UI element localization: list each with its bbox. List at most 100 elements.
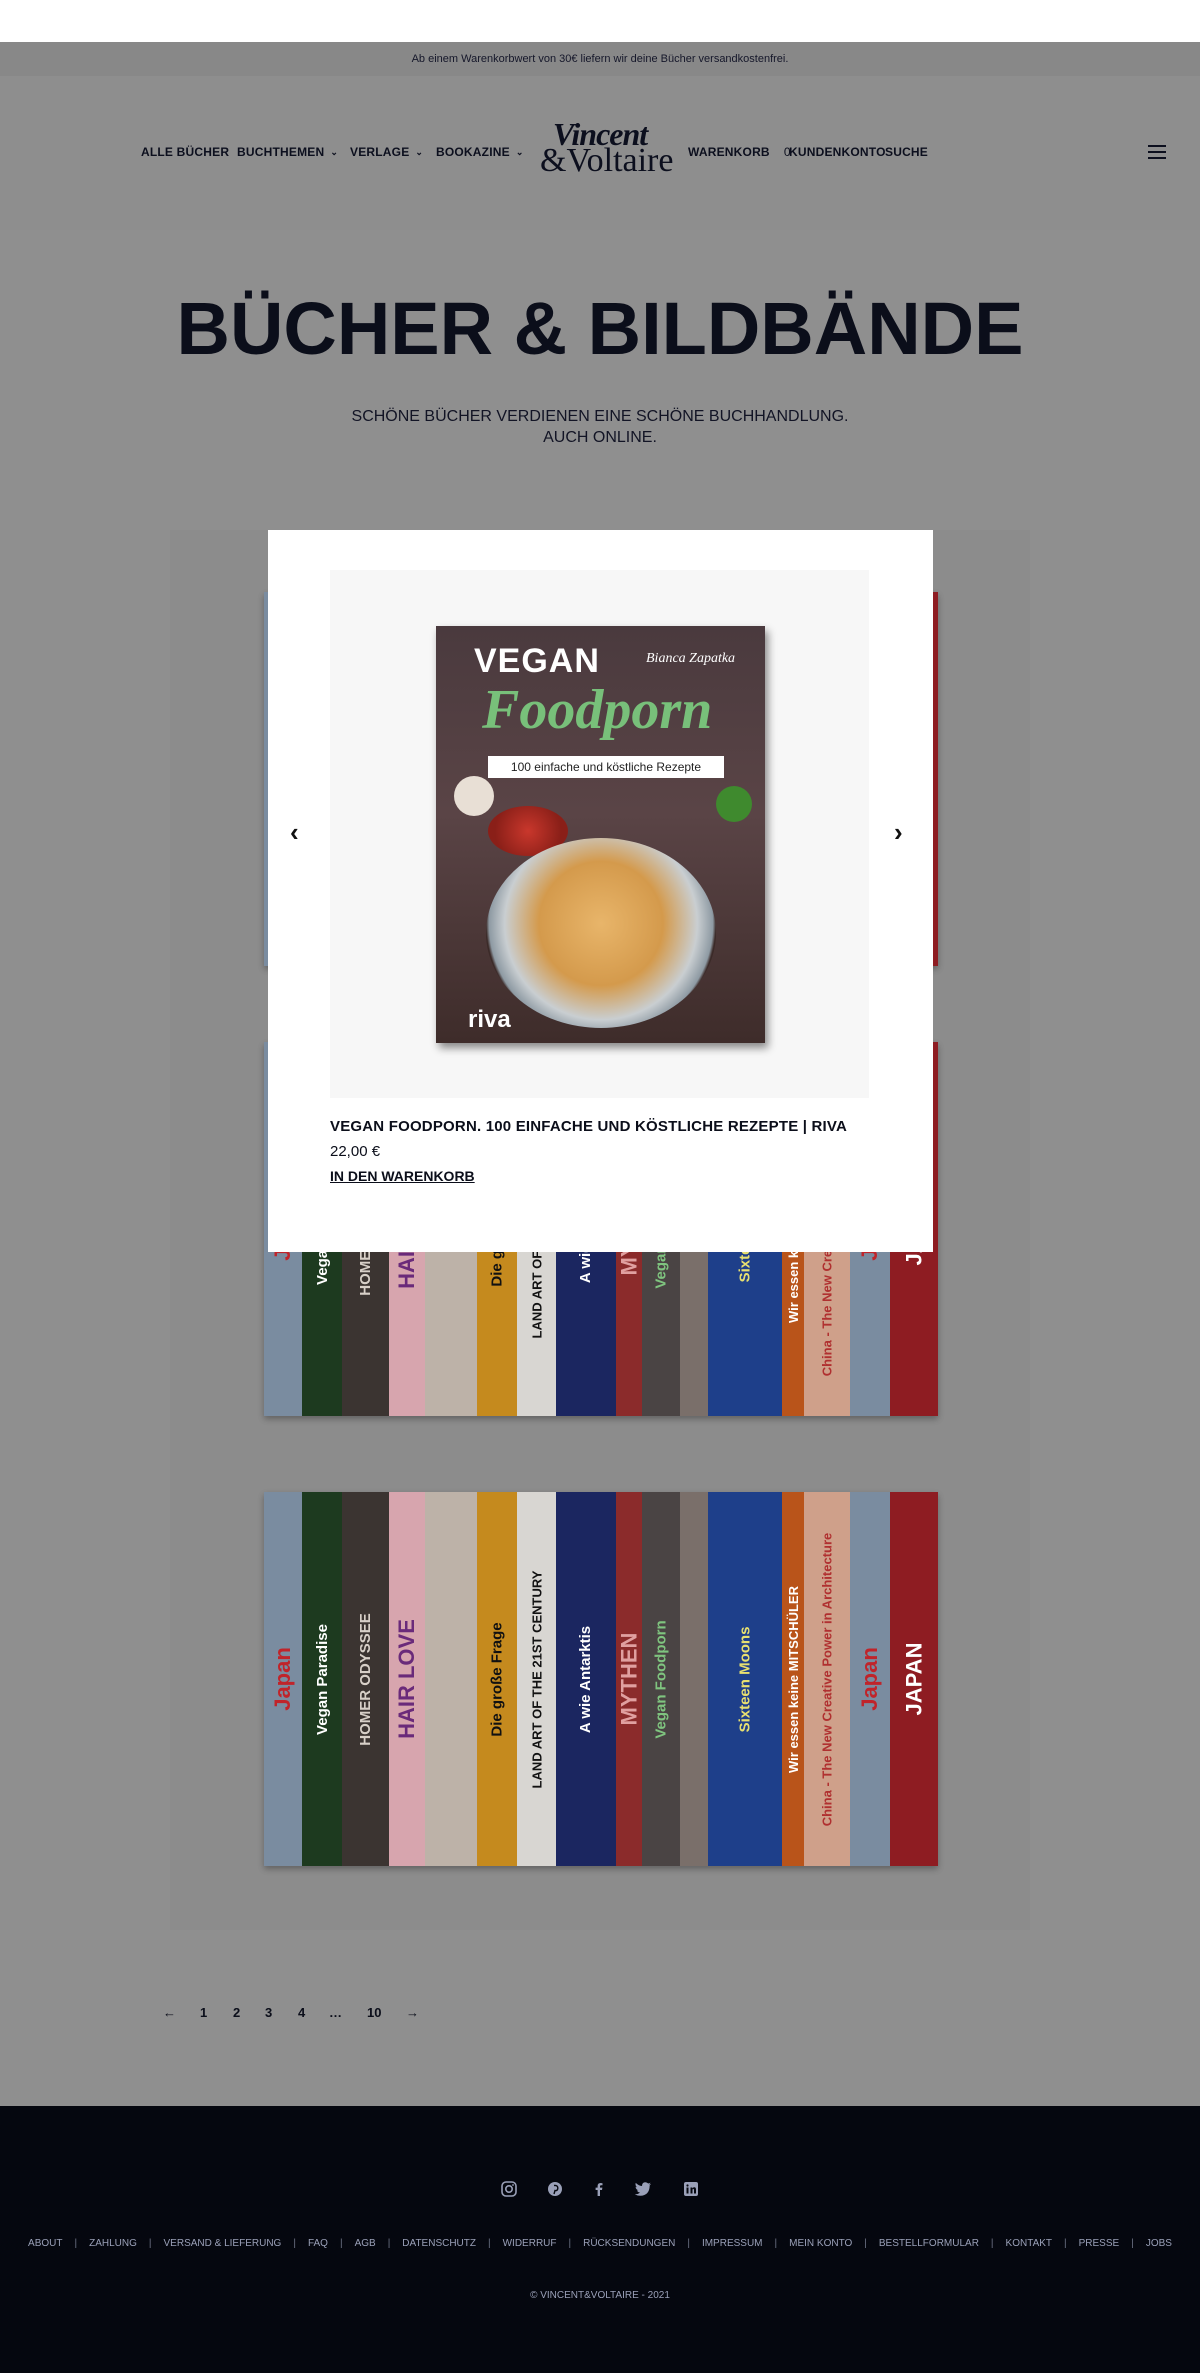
footer-link-jobs[interactable]: JOBS [1146,2238,1172,2249]
product-image-area: VEGAN Bianca Zapatka Foodporn 100 einfac… [330,570,869,1098]
prev-arrow-icon[interactable]: ‹ [290,819,299,845]
footer-separator: | [774,2238,778,2249]
footer-link-mein-konto[interactable]: MEIN KONTO [789,2238,852,2249]
footer-link-impressum[interactable]: IMPRESSUM [702,2238,763,2249]
cover-title-vegan: VEGAN [474,642,600,680]
shipping-notice: Ab einem Warenkorbwert von 30€ liefern w… [0,42,1200,76]
book-spine-label: LAND ART OF THE 21ST CENTURY [529,1570,545,1788]
nav-alle-buecher[interactable]: ALLE BÜCHER [141,145,229,159]
pinterest-icon[interactable] [546,2180,564,2198]
product-title: VEGAN FOODPORN. 100 EINFACHE UND KÖSTLIC… [330,1118,848,1135]
book-spine-label: China - The New Creative Power in Archit… [819,1532,835,1826]
book-spine-label: Japan [857,1647,882,1711]
nav-suche[interactable]: SUCHE [885,145,928,159]
nav-verlage[interactable]: VERLAGE ⌄ [350,145,423,159]
book-spine[interactable]: Japan [850,1492,890,1866]
book-spine[interactable] [425,1492,477,1866]
book-spine[interactable]: Vegan Foodporn [642,1492,680,1866]
nav-kundenkonto-label: KUNDENKONTO [789,145,886,159]
nav-alle-buecher-label: ALLE BÜCHER [141,145,230,159]
book-spine[interactable]: HOMER ODYSSEE [342,1492,389,1866]
book-spine[interactable]: JAPAN [890,1492,938,1866]
chevron-down-icon: ⌄ [415,146,424,157]
nav-buchthemen[interactable]: BUCHTHEMEN ⌄ [237,145,338,159]
nav-kundenkonto[interactable]: KUNDENKONTO [789,145,886,159]
footer-link-datenschutz[interactable]: DATENSCHUTZ [402,2238,476,2249]
menu-icon[interactable] [1148,145,1166,159]
linkedin-icon[interactable] [682,2180,700,2198]
site-logo[interactable]: Vincent &Voltaire [540,118,673,178]
book-spine-label: Vegan Foodporn [652,1619,670,1739]
product-quickview-modal: VEGAN Bianca Zapatka Foodporn 100 einfac… [268,530,933,1252]
footer-separator: | [74,2238,78,2249]
footer-separator: | [148,2238,152,2249]
pagination-page-1[interactable]: 1 [200,2005,207,2020]
cover-author: Bianca Zapatka [646,651,736,666]
book-spine-label: Sixteen Moons [736,1626,754,1732]
book-spine-label: HAIR LOVE [394,1619,420,1739]
footer-separator: | [568,2238,572,2249]
pagination-page-4[interactable]: 4 [298,2005,305,2020]
pagination-page-10[interactable]: 10 [367,2005,381,2020]
top-whitespace [0,0,1200,42]
nav-warenkorb[interactable]: WARENKORB 0 [688,145,791,159]
book-spine-label: Vegan Paradise [313,1623,331,1735]
footer-link-widerruf[interactable]: WIDERRUF [503,2238,557,2249]
book-spine[interactable]: Wir essen keine MITSCHÜLER [782,1492,804,1866]
facebook-icon[interactable] [590,2180,608,2198]
book-spine[interactable]: LAND ART OF THE 21ST CENTURY [517,1492,556,1866]
book-spine[interactable]: A wie Antarktis [556,1492,616,1866]
footer-link-versand[interactable]: VERSAND & LIEFERUNG [164,2238,282,2249]
footer-separator: | [339,2238,343,2249]
footer-link-agb[interactable]: AGB [355,2238,376,2249]
book-spine-label: A wie Antarktis [577,1625,595,1733]
footer-link-kontakt[interactable]: KONTAKT [1006,2238,1052,2249]
cover-plate [486,838,716,1028]
footer-separator: | [387,2238,391,2249]
bookshelf-row-3[interactable]: Japan Vegan Paradise HOMER ODYSSEE HAIR LOV… [264,1492,938,1866]
footer-link-zahlung[interactable]: ZAHLUNG [89,2238,137,2249]
page-title: BÜCHER & BILDBÄNDE [176,287,1024,370]
pagination-page-3[interactable]: 3 [265,2005,272,2020]
book-spine-label: Japan [270,1647,295,1711]
page-subtitle-line-2: AUCH ONLINE. [543,429,657,446]
instagram-icon[interactable] [500,2180,518,2198]
add-to-cart-link[interactable]: IN DEN WARENKORB [330,1168,475,1184]
nav-verlage-label: VERLAGE [350,145,410,159]
footer-link-ruecksendungen[interactable]: RÜCKSENDUNGEN [583,2238,675,2249]
pagination-next[interactable]: → [406,2005,419,2020]
pagination-page-2[interactable]: 2 [233,2005,240,2020]
nav-bookazine[interactable]: BOOKAZINE ⌄ [436,145,524,159]
page-subtitle: SCHÖNE BÜCHER VERDIENEN EINE SCHÖNE BUCH… [0,406,1200,448]
book-spine[interactable]: Sixteen Moons [708,1492,782,1866]
twitter-icon[interactable] [634,2180,652,2198]
chevron-down-icon: ⌄ [515,146,524,157]
nav-bookazine-label: BOOKAZINE [436,145,510,159]
footer-separator: | [293,2238,296,2249]
book-spine[interactable]: HAIR LOVE [389,1492,425,1866]
book-spine-label: JAPAN [901,1642,927,1716]
book-spine[interactable]: Die große Frage [477,1492,517,1866]
footer-separator: | [990,2238,994,2249]
book-spine[interactable]: MYTHEN [616,1492,642,1866]
footer-separator: | [488,2238,491,2249]
pagination-ellipsis: … [329,2005,342,2020]
footer-link-presse[interactable]: PRESSE [1079,2238,1120,2249]
footer-separator: | [687,2238,690,2249]
cover-title-foodporn: Foodporn [482,679,713,741]
footer-link-bestellformular[interactable]: BESTELLFORMULAR [879,2238,979,2249]
book-spine-label: Wir essen keine MITSCHÜLER [785,1585,801,1773]
footer-link-about[interactable]: ABOUT [28,2238,62,2249]
book-spine[interactable]: Vegan Paradise [302,1492,342,1866]
book-cover-image: VEGAN Bianca Zapatka Foodporn 100 einfac… [436,626,765,1043]
nav-buchthemen-label: BUCHTHEMEN [237,145,325,159]
pagination-prev[interactable]: ← [163,2005,176,2020]
book-spine[interactable] [680,1492,708,1866]
next-arrow-icon[interactable]: › [894,819,903,845]
footer-link-faq[interactable]: FAQ [308,2238,328,2249]
book-spine[interactable]: China - The New Creative Power in Archit… [804,1492,850,1866]
footer-separator: | [864,2238,867,2249]
footer-separator: | [1131,2238,1134,2249]
book-spine[interactable]: Japan [264,1492,302,1866]
copyright: © VINCENT&VOLTAIRE - 2021 [530,2290,670,2301]
